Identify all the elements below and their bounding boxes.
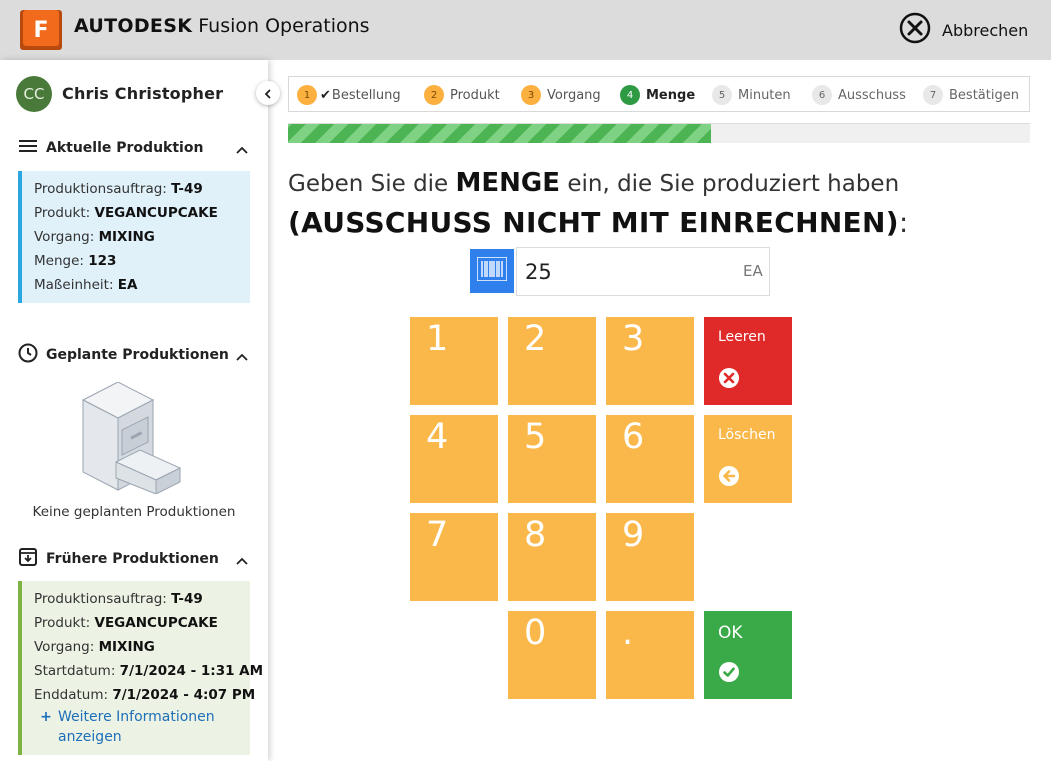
key-decimal[interactable]: . bbox=[606, 611, 694, 699]
info-line: Produktionsauftrag: T-49 bbox=[34, 591, 203, 607]
brand-name: Fusion Operations bbox=[198, 15, 370, 37]
step-bestellung[interactable]: 1 ✔ Bestellung bbox=[297, 85, 401, 105]
info-line: Produkt: VEGANCUPCAKE bbox=[34, 615, 218, 631]
step-label: Minuten bbox=[738, 87, 791, 103]
step-bestaetigen[interactable]: 7 Bestätigen bbox=[923, 85, 1019, 105]
wizard-stepper: 1 ✔ Bestellung 2 Produkt 3 Vorgang 4 Men… bbox=[288, 76, 1030, 112]
delete-label: Löschen bbox=[718, 427, 776, 443]
brand-bold: AUTODESK bbox=[74, 15, 193, 37]
key-5[interactable]: 5 bbox=[508, 415, 596, 503]
cancel-button[interactable]: Abbrechen bbox=[898, 11, 1029, 49]
archive-icon bbox=[18, 547, 38, 571]
arrow-left-icon bbox=[718, 465, 740, 491]
step-label: Vorgang bbox=[547, 87, 601, 103]
clear-label: Leeren bbox=[718, 329, 766, 345]
ok-button[interactable]: OK bbox=[704, 611, 792, 699]
step-label: Bestätigen bbox=[949, 87, 1019, 103]
top-bar: F AUTODESK Fusion Operations Abbrechen bbox=[0, 0, 1051, 60]
clear-button[interactable]: Leeren bbox=[704, 317, 792, 405]
more-info-link[interactable]: + Weitere Informationen anzeigen bbox=[34, 707, 250, 747]
info-line: Produkt: VEGANCUPCAKE bbox=[34, 205, 218, 221]
previous-production-card: Produktionsauftrag: T-49 Produkt: VEGANC… bbox=[18, 581, 264, 755]
step-label: Produkt bbox=[450, 87, 500, 103]
key-0[interactable]: 0 bbox=[508, 611, 596, 699]
step-produkt[interactable]: 2 Produkt bbox=[424, 85, 500, 105]
barcode-scan-button[interactable] bbox=[470, 249, 514, 293]
info-line: Maßeinheit: EA bbox=[34, 277, 138, 293]
cancel-label: Abbrechen bbox=[942, 20, 1029, 40]
step-number: 7 bbox=[923, 85, 943, 105]
step-number: 2 bbox=[424, 85, 444, 105]
section-current-production[interactable]: Aktuelle Produktion bbox=[18, 137, 250, 159]
clock-icon bbox=[18, 343, 38, 367]
info-line: Menge: 123 bbox=[34, 253, 117, 269]
info-line: Vorgang: MIXING bbox=[34, 229, 155, 245]
check-circle-icon bbox=[718, 661, 740, 687]
chevron-up-icon bbox=[236, 348, 248, 367]
step-number: 6 bbox=[812, 85, 832, 105]
step-minuten[interactable]: 5 Minuten bbox=[712, 85, 791, 105]
chevron-up-icon bbox=[236, 141, 248, 160]
step-menge[interactable]: 4 Menge bbox=[620, 85, 695, 105]
step-number: 1 bbox=[297, 85, 317, 105]
ok-label: OK bbox=[718, 623, 743, 643]
close-circle-icon bbox=[898, 11, 932, 49]
info-line: Vorgang: MIXING bbox=[34, 639, 155, 655]
key-2[interactable]: 2 bbox=[508, 317, 596, 405]
key-6[interactable]: 6 bbox=[606, 415, 694, 503]
step-label: Menge bbox=[646, 87, 696, 103]
check-icon: ✔ bbox=[320, 87, 331, 103]
prompt-line-2: (AUSSCHUSS NICHT MIT EINRECHNEN): bbox=[288, 206, 909, 239]
key-8[interactable]: 8 bbox=[508, 513, 596, 601]
file-cabinet-illustration bbox=[78, 381, 188, 498]
step-label: Ausschuss bbox=[838, 87, 906, 103]
clear-x-icon bbox=[718, 367, 740, 393]
brand-title: AUTODESK Fusion Operations bbox=[74, 15, 370, 37]
collapse-sidebar-button[interactable] bbox=[256, 81, 280, 105]
step-number: 3 bbox=[521, 85, 541, 105]
sidebar: CC Chris Christopher Aktuelle Produktion… bbox=[0, 60, 280, 761]
progress-fill bbox=[288, 124, 711, 143]
section-previous-production[interactable]: Frühere Produktionen bbox=[18, 548, 250, 570]
section-title: Geplante Produktionen bbox=[46, 347, 229, 363]
chevron-up-icon bbox=[236, 552, 248, 571]
avatar: CC bbox=[16, 76, 52, 112]
menu-icon bbox=[18, 138, 38, 158]
step-ausschuss[interactable]: 6 Ausschuss bbox=[812, 85, 906, 105]
step-number: 5 bbox=[712, 85, 732, 105]
section-title: Frühere Produktionen bbox=[46, 551, 219, 567]
current-production-card: Produktionsauftrag: T-49 Produkt: VEGANC… bbox=[18, 171, 250, 303]
fusion-logo: F bbox=[20, 10, 62, 50]
user-name: Chris Christopher bbox=[62, 84, 224, 103]
key-9[interactable]: 9 bbox=[606, 513, 694, 601]
progress-bar bbox=[288, 123, 1030, 143]
section-title: Aktuelle Produktion bbox=[46, 140, 204, 156]
info-line: Enddatum: 7/1/2024 - 4:07 PM bbox=[34, 687, 256, 703]
plus-icon: + bbox=[40, 709, 52, 725]
key-1[interactable]: 1 bbox=[410, 317, 498, 405]
svg-text:F: F bbox=[33, 18, 48, 43]
step-vorgang[interactable]: 3 Vorgang bbox=[521, 85, 601, 105]
more-info-label: Weitere Informationen anzeigen bbox=[58, 709, 215, 745]
info-line: Startdatum: 7/1/2024 - 1:31 AM bbox=[34, 663, 264, 679]
section-planned-production[interactable]: Geplante Produktionen bbox=[18, 343, 250, 367]
quantity-input[interactable] bbox=[516, 247, 770, 296]
delete-button[interactable]: Löschen bbox=[704, 415, 792, 503]
key-7[interactable]: 7 bbox=[410, 513, 498, 601]
empty-planned-text: Keine geplanten Produktionen bbox=[32, 504, 236, 520]
prompt-line-1: Geben Sie die MENGE ein, die Sie produzi… bbox=[288, 168, 900, 198]
key-3[interactable]: 3 bbox=[606, 317, 694, 405]
barcode-icon bbox=[476, 256, 508, 285]
chevron-left-icon bbox=[263, 84, 273, 103]
info-line: Produktionsauftrag: T-49 bbox=[34, 181, 203, 197]
key-4[interactable]: 4 bbox=[410, 415, 498, 503]
unit-label: EA bbox=[743, 262, 763, 280]
step-label: Bestellung bbox=[331, 87, 401, 103]
step-number: 4 bbox=[620, 85, 640, 105]
